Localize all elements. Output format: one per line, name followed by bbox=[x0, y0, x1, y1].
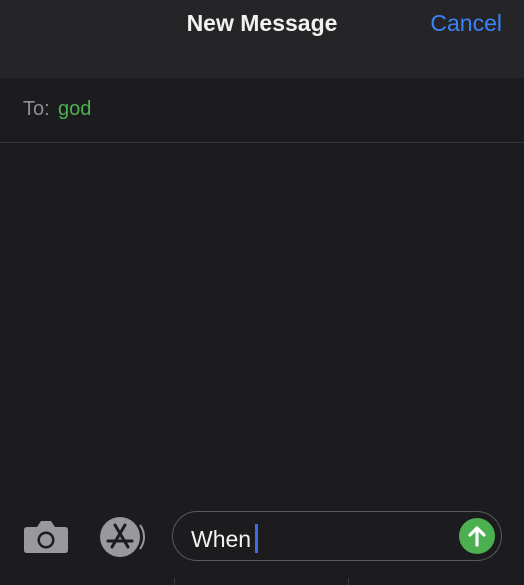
drawer-divider bbox=[348, 578, 349, 585]
recipient-field[interactable]: To: god bbox=[0, 78, 524, 143]
app-store-button[interactable] bbox=[96, 516, 150, 558]
new-message-screen: New Message Cancel To: god When bbox=[0, 0, 524, 585]
send-arrow-icon bbox=[468, 526, 486, 547]
cancel-button[interactable]: Cancel bbox=[430, 10, 502, 37]
message-input[interactable]: When bbox=[172, 511, 502, 561]
to-label: To: bbox=[23, 98, 50, 120]
camera-icon bbox=[24, 521, 68, 553]
message-text[interactable]: When bbox=[191, 524, 259, 553]
camera-button[interactable] bbox=[22, 518, 70, 554]
text-cursor bbox=[255, 524, 259, 553]
drawer-divider bbox=[174, 578, 175, 585]
send-button[interactable] bbox=[459, 518, 495, 554]
recipient-name[interactable]: god bbox=[58, 98, 91, 121]
message-thread-area bbox=[0, 144, 524, 504]
app-store-icon bbox=[100, 517, 145, 557]
message-text-value: When bbox=[191, 526, 252, 552]
nav-header: New Message Cancel bbox=[0, 0, 524, 78]
app-drawer-edge bbox=[0, 578, 524, 585]
compose-bar: When bbox=[0, 505, 524, 585]
